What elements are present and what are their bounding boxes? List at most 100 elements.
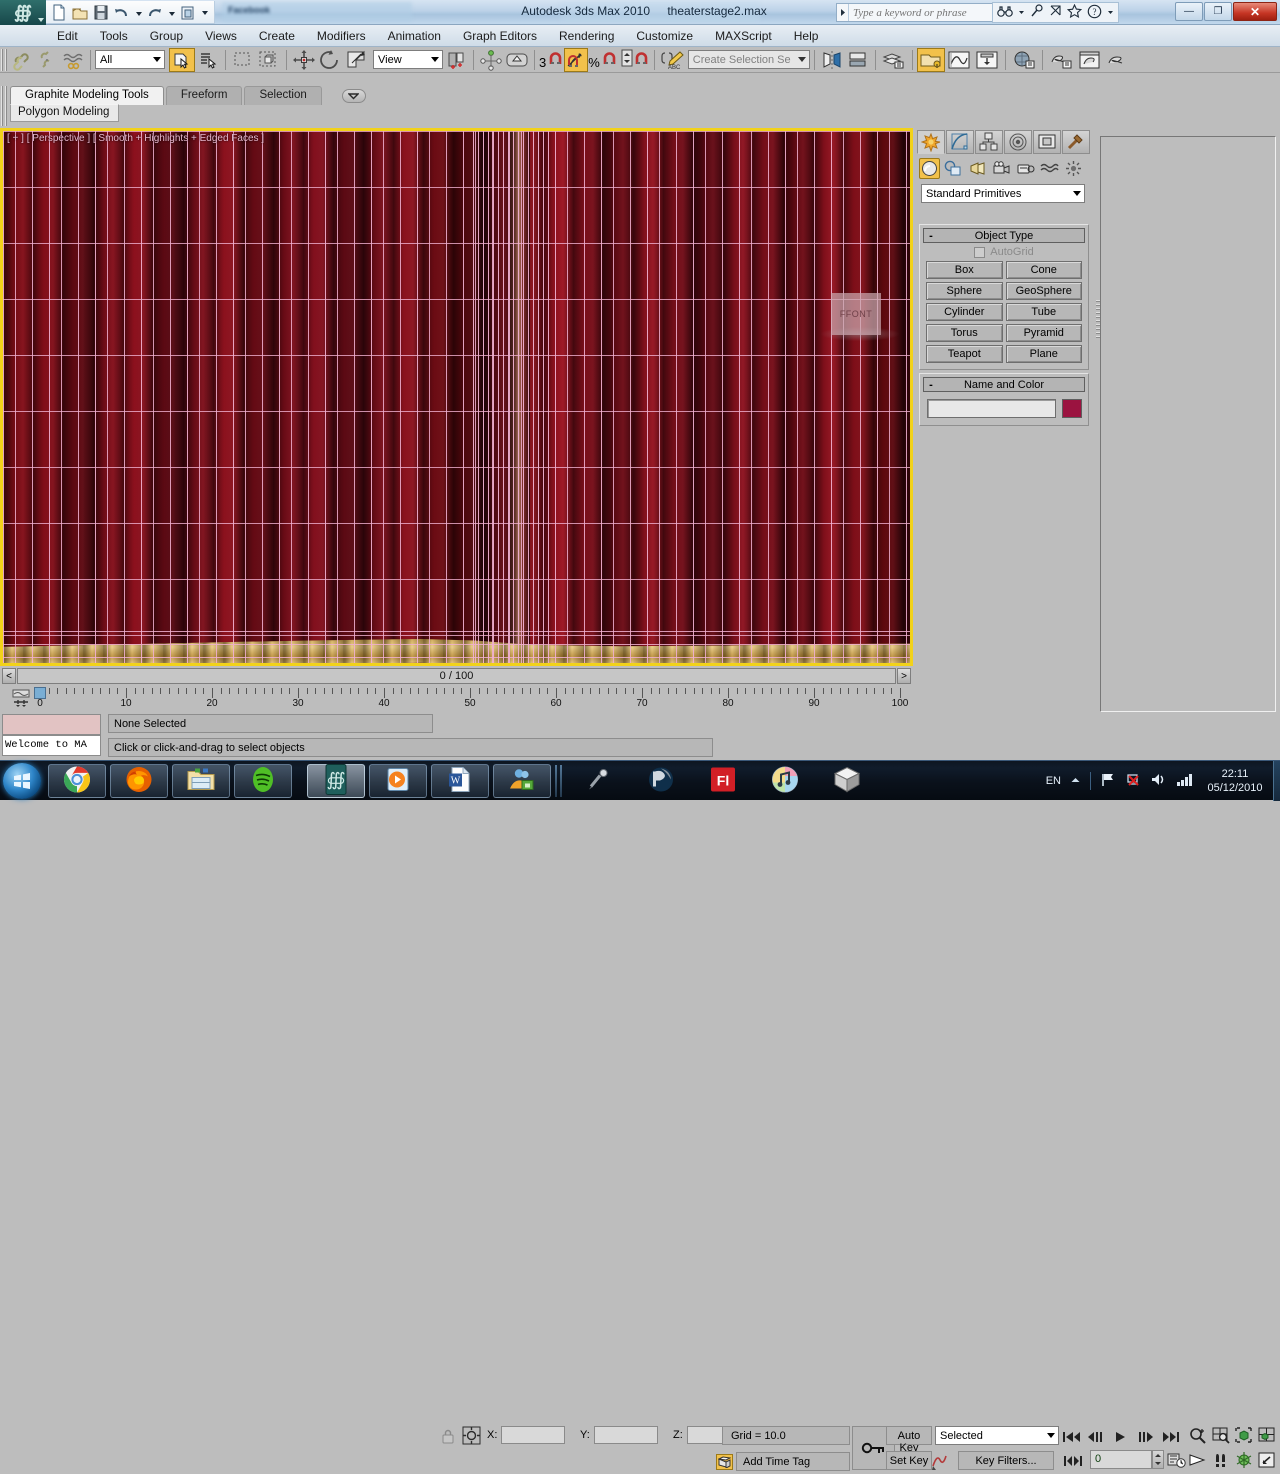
taskbar-item-itunes[interactable] <box>756 764 814 798</box>
redo-dropdown-icon[interactable] <box>167 3 176 22</box>
taskbar-item-explorer[interactable] <box>172 764 230 798</box>
motion-tab[interactable] <box>1004 130 1032 154</box>
align-icon[interactable] <box>845 48 871 72</box>
shapes-icon[interactable] <box>943 158 964 179</box>
menu-item-tools[interactable]: Tools <box>89 26 139 46</box>
select-by-name-icon[interactable] <box>195 48 221 72</box>
menu-item-animation[interactable]: Animation <box>377 26 452 46</box>
windows-start-orb-icon[interactable] <box>3 763 41 799</box>
close-button[interactable]: ✕ <box>1233 2 1277 21</box>
subcategory-combo[interactable]: Standard Primitives <box>921 184 1085 203</box>
maxscript-listener-pink-pane[interactable] <box>2 714 101 735</box>
previous-frame-icon[interactable] <box>1085 1426 1107 1447</box>
favorites-star-icon[interactable] <box>1066 3 1083 21</box>
object-color-swatch[interactable] <box>1062 399 1082 418</box>
create-tab[interactable] <box>917 130 945 154</box>
reference-coordinate-system-combo[interactable]: View <box>373 50 443 69</box>
menu-item-maxscript[interactable]: MAXScript <box>704 26 783 46</box>
select-and-rotate-icon[interactable] <box>317 48 343 72</box>
select-and-uniform-scale-icon[interactable] <box>343 48 369 72</box>
pan-view-icon[interactable] <box>1210 1450 1232 1471</box>
save-icon[interactable] <box>92 3 110 22</box>
chevron-down-icon[interactable] <box>341 89 366 103</box>
info-center-search[interactable] <box>836 3 1000 22</box>
schematic-view-icon[interactable] <box>973 48 1001 72</box>
named-selection-set-combo[interactable]: Create Selection Se <box>687 50 810 69</box>
show-desktop-button[interactable] <box>1273 761 1280 801</box>
taskbar-item-chrome[interactable] <box>48 764 106 798</box>
bind-to-space-warp-icon[interactable] <box>60 48 86 72</box>
taskbar-item-flash[interactable]: Fl <box>694 764 752 798</box>
create-tube-button[interactable]: Tube <box>1005 303 1082 321</box>
perspective-viewport[interactable]: FFONT [ + ] [ Perspective ] [ Smooth + H… <box>3 131 910 663</box>
create-cylinder-button[interactable]: Cylinder <box>926 303 1003 321</box>
play-animation-icon[interactable] <box>1110 1426 1132 1447</box>
snaps-toggle-icon[interactable] <box>547 50 564 70</box>
tab-graphite-modeling-tools[interactable]: Graphite Modeling Tools <box>10 86 164 105</box>
autogrid-checkbox[interactable] <box>974 246 986 258</box>
taskbar-item-unity[interactable] <box>818 764 876 798</box>
display-tab[interactable] <box>1033 130 1061 154</box>
next-frame-icon[interactable] <box>1135 1426 1157 1447</box>
menu-item-graph-editors[interactable]: Graph Editors <box>452 26 548 46</box>
taskbar-item-media-player[interactable] <box>369 764 427 798</box>
taskbar-item-msn-messenger[interactable] <box>493 764 551 798</box>
current-frame-spinner[interactable] <box>1152 1450 1164 1469</box>
maxscript-listener-white-pane[interactable]: Welcome to MA <box>2 735 101 756</box>
utilities-tab[interactable] <box>1062 130 1090 154</box>
systems-icon[interactable] <box>1063 158 1084 179</box>
create-plane-button[interactable]: Plane <box>1005 345 1082 363</box>
taskbar-item-photoshop[interactable] <box>632 764 690 798</box>
absolute-relative-transform-icon[interactable] <box>462 1426 481 1445</box>
layer-manager-icon[interactable] <box>880 48 908 72</box>
object-name-field[interactable] <box>927 399 1056 418</box>
signal-bars-icon[interactable] <box>1176 772 1194 790</box>
render-setup-icon[interactable] <box>1047 48 1075 72</box>
taskbar-item-3ds-max[interactable]: ∰ <box>307 764 365 798</box>
helpers-icon[interactable] <box>1015 158 1036 179</box>
use-pivot-point-center-icon[interactable] <box>443 48 469 72</box>
create-torus-button[interactable]: Torus <box>926 324 1003 342</box>
mirror-icon[interactable] <box>819 48 845 72</box>
subscription-icon[interactable] <box>1049 4 1062 21</box>
customize-qat-icon[interactable] <box>200 3 210 22</box>
go-to-end-icon[interactable] <box>1160 1426 1182 1447</box>
time-tag-icon[interactable] <box>716 1454 733 1470</box>
chevron-up-icon[interactable] <box>1070 775 1081 787</box>
hierarchy-tab[interactable] <box>975 130 1003 154</box>
create-cone-button[interactable]: Cone <box>1005 261 1082 279</box>
new-icon[interactable] <box>50 3 68 22</box>
previous-frame-button[interactable]: < <box>2 668 16 684</box>
select-and-move-icon[interactable] <box>291 48 317 72</box>
tab-selection[interactable]: Selection <box>244 86 322 105</box>
menu-item-group[interactable]: Group <box>139 26 194 46</box>
zoom-all-icon[interactable] <box>1210 1425 1232 1446</box>
application-menu-button[interactable]: ∰ <box>0 0 46 25</box>
auto-key-button[interactable]: Auto Key <box>886 1426 932 1454</box>
maxscript-mini-listener[interactable]: Welcome to MA <box>2 714 101 758</box>
zoom-extents-all-icon[interactable] <box>1256 1425 1278 1446</box>
modify-tab[interactable] <box>946 130 974 154</box>
help-dropdown-icon[interactable] <box>1107 5 1114 21</box>
create-pyramid-button[interactable]: Pyramid <box>1005 324 1082 342</box>
rollout-minimize-icon[interactable]: - <box>924 379 938 391</box>
add-time-tag-button[interactable]: Add Time Tag <box>736 1452 850 1471</box>
create-sphere-button[interactable]: Sphere <box>926 282 1003 300</box>
rollout-header-name-and-color[interactable]: - Name and Color <box>923 377 1085 392</box>
redo-icon[interactable] <box>146 3 164 22</box>
undo-dropdown-icon[interactable] <box>134 3 143 22</box>
next-frame-button[interactable]: > <box>897 668 911 684</box>
key-mode-selection-combo[interactable]: Selected <box>935 1426 1059 1445</box>
time-slider-handle[interactable]: 0 / 100 <box>17 668 896 684</box>
taskbar-clock[interactable]: 22:11 05/12/2010 <box>1198 767 1272 795</box>
menu-item-rendering[interactable]: Rendering <box>548 26 625 46</box>
zoom-icon[interactable] <box>1187 1425 1209 1446</box>
lights-icon[interactable] <box>967 158 988 179</box>
current-frame-field[interactable]: 0 <box>1090 1450 1152 1469</box>
pin-help-icon[interactable] <box>1030 4 1044 21</box>
binoculars-icon[interactable] <box>997 5 1013 21</box>
orbit-icon[interactable] <box>1233 1450 1255 1471</box>
unlink-selection-icon[interactable] <box>34 48 60 72</box>
tab-freeform[interactable]: Freeform <box>165 86 243 105</box>
undo-icon[interactable] <box>113 3 131 22</box>
